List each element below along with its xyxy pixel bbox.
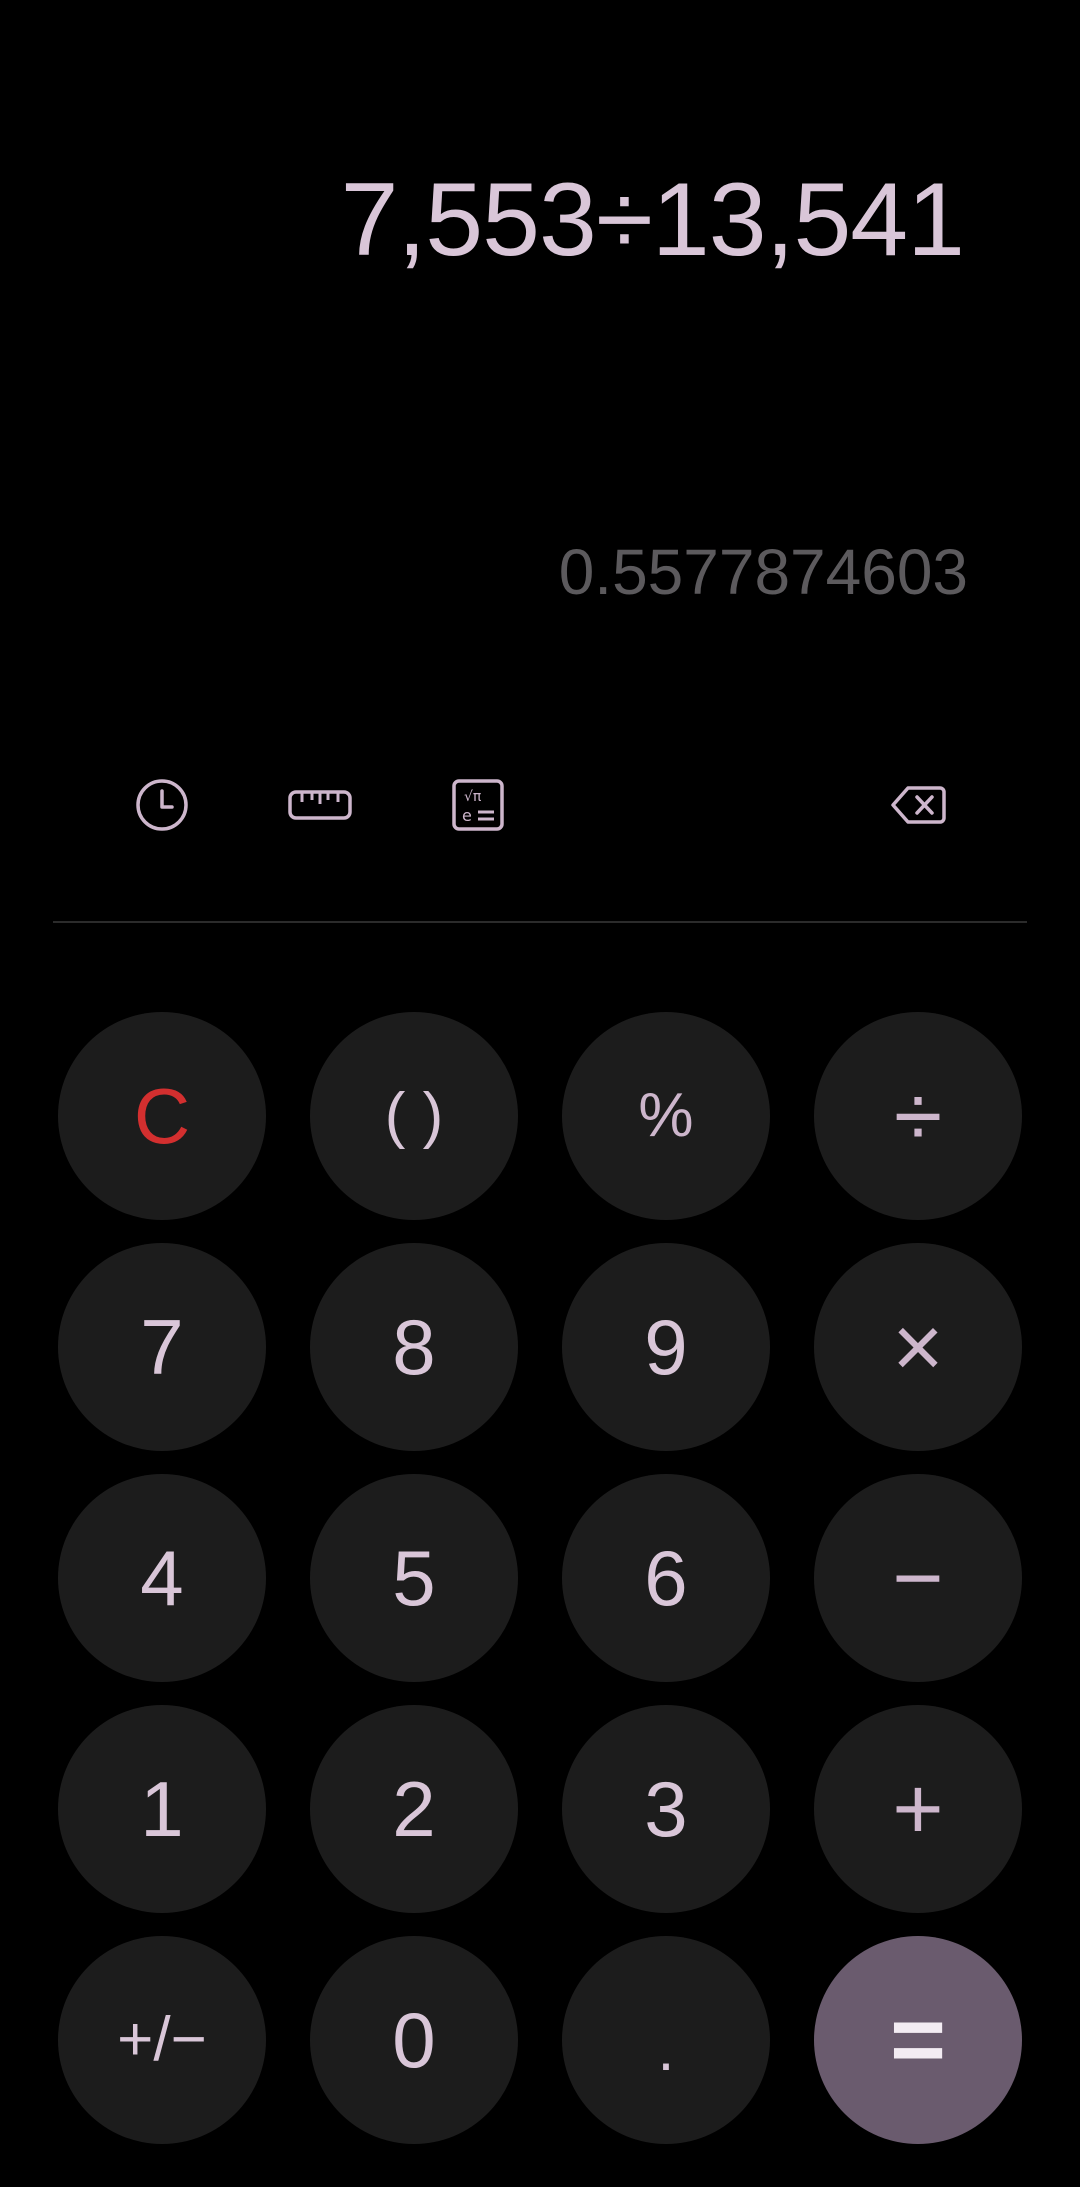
expression-display[interactable]: 7,553÷13,541: [341, 168, 965, 272]
one-button[interactable]: 1: [58, 1705, 266, 1913]
svg-text:e: e: [462, 806, 472, 825]
history-button[interactable]: [122, 770, 202, 840]
result-preview: 0.5577874603: [558, 536, 968, 608]
five-button[interactable]: 5: [310, 1474, 518, 1682]
equals-button[interactable]: =: [814, 1936, 1022, 2144]
decimal-button[interactable]: .: [562, 1936, 770, 2144]
backspace-button[interactable]: [878, 770, 958, 840]
multiply-button[interactable]: ×: [814, 1243, 1022, 1451]
scientific-icon: √π e: [452, 779, 504, 831]
minus-button[interactable]: −: [814, 1474, 1022, 1682]
plus-button[interactable]: +: [814, 1705, 1022, 1913]
plus-minus-button[interactable]: +/−: [58, 1936, 266, 2144]
scientific-mode-button[interactable]: √π e: [438, 770, 518, 840]
divider: [53, 921, 1027, 923]
six-button[interactable]: 6: [562, 1474, 770, 1682]
toolbar: √π e: [0, 770, 1080, 840]
backspace-icon: [890, 785, 946, 825]
svg-text:√π: √π: [464, 789, 482, 805]
zero-button[interactable]: 0: [310, 1936, 518, 2144]
four-button[interactable]: 4: [58, 1474, 266, 1682]
ruler-icon: [288, 788, 352, 822]
calculator-app: 7,553÷13,541 0.5577874603 √π e C () % ÷…: [0, 0, 1080, 2187]
unit-converter-button[interactable]: [280, 770, 360, 840]
seven-button[interactable]: 7: [58, 1243, 266, 1451]
parentheses-button[interactable]: ( ): [310, 1012, 518, 1220]
nine-button[interactable]: 9: [562, 1243, 770, 1451]
three-button[interactable]: 3: [562, 1705, 770, 1913]
two-button[interactable]: 2: [310, 1705, 518, 1913]
history-icon: [134, 777, 190, 833]
eight-button[interactable]: 8: [310, 1243, 518, 1451]
divide-button[interactable]: ÷: [814, 1012, 1022, 1220]
percent-button[interactable]: %: [562, 1012, 770, 1220]
clear-button[interactable]: C: [58, 1012, 266, 1220]
